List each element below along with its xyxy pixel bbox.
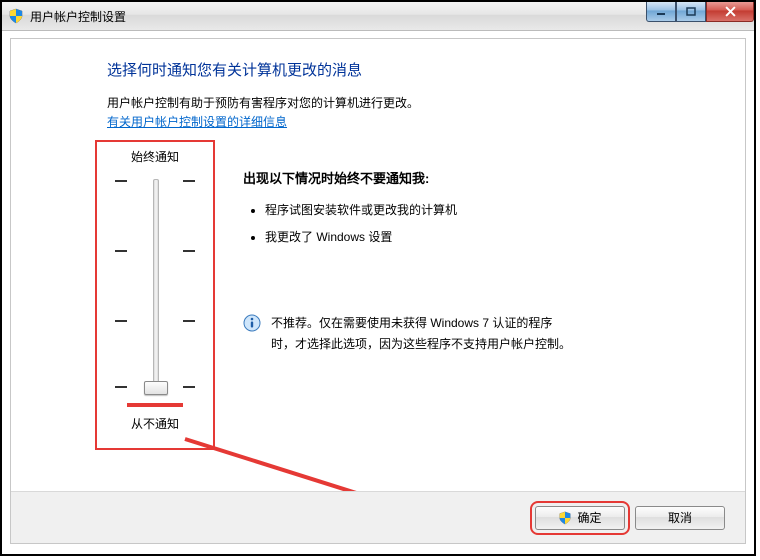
level-bullet: 程序试图安装软件或更改我的计算机 — [265, 201, 721, 218]
level-title: 出现以下情况时始终不要通知我: — [243, 168, 721, 187]
maximize-button[interactable] — [676, 2, 706, 22]
info-icon — [243, 314, 263, 354]
ok-button[interactable]: 确定 — [535, 506, 625, 530]
notification-slider-panel: 始终通知 从不通知 — [95, 140, 215, 450]
level-description-panel: 出现以下情况时始终不要通知我: 程序试图安装软件或更改我的计算机 我更改了 Wi… — [243, 140, 721, 450]
slider-label-bottom: 从不通知 — [101, 415, 209, 432]
titlebar: 用户帐户控制设置 — [2, 2, 754, 31]
notification-slider[interactable] — [115, 173, 195, 397]
window-title: 用户帐户控制设置 — [30, 8, 126, 25]
page-title: 选择何时通知您有关计算机更改的消息 — [107, 59, 721, 80]
slider-label-top: 始终通知 — [101, 148, 209, 165]
dialog-footer: 确定 取消 — [11, 491, 745, 543]
slider-track — [153, 179, 159, 391]
ok-button-label: 确定 — [577, 509, 601, 526]
cancel-button-label: 取消 — [668, 509, 692, 526]
annotation-underline — [127, 403, 183, 407]
recommendation-row: 不推荐。仅在需要使用未获得 Windows 7 认证的程序时，才选择此选项，因为… — [243, 313, 721, 354]
intro-block: 用户帐户控制有助于预防有害程序对您的计算机进行更改。 有关用户帐户控制设置的详细… — [107, 94, 721, 132]
uac-settings-window: 用户帐户控制设置 选择何时通知您有关计算机更改的消息 用户帐户控制有助于预防有害… — [0, 0, 756, 556]
cancel-button[interactable]: 取消 — [635, 506, 725, 530]
uac-shield-icon — [558, 511, 572, 525]
client-area: 选择何时通知您有关计算机更改的消息 用户帐户控制有助于预防有害程序对您的计算机进… — [10, 38, 746, 544]
window-buttons — [646, 2, 754, 22]
minimize-button[interactable] — [646, 2, 676, 22]
level-bullet-list: 程序试图安装软件或更改我的计算机 我更改了 Windows 设置 — [265, 201, 721, 245]
content-area: 选择何时通知您有关计算机更改的消息 用户帐户控制有助于预防有害程序对您的计算机进… — [11, 39, 745, 491]
uac-shield-icon — [8, 8, 24, 24]
level-bullet: 我更改了 Windows 设置 — [265, 228, 721, 245]
help-link[interactable]: 有关用户帐户控制设置的详细信息 — [107, 115, 287, 129]
intro-text: 用户帐户控制有助于预防有害程序对您的计算机进行更改。 — [107, 94, 721, 113]
slider-thumb[interactable] — [144, 381, 168, 395]
close-button[interactable] — [706, 2, 754, 22]
recommendation-text: 不推荐。仅在需要使用未获得 Windows 7 认证的程序时，才选择此选项，因为… — [271, 313, 571, 354]
